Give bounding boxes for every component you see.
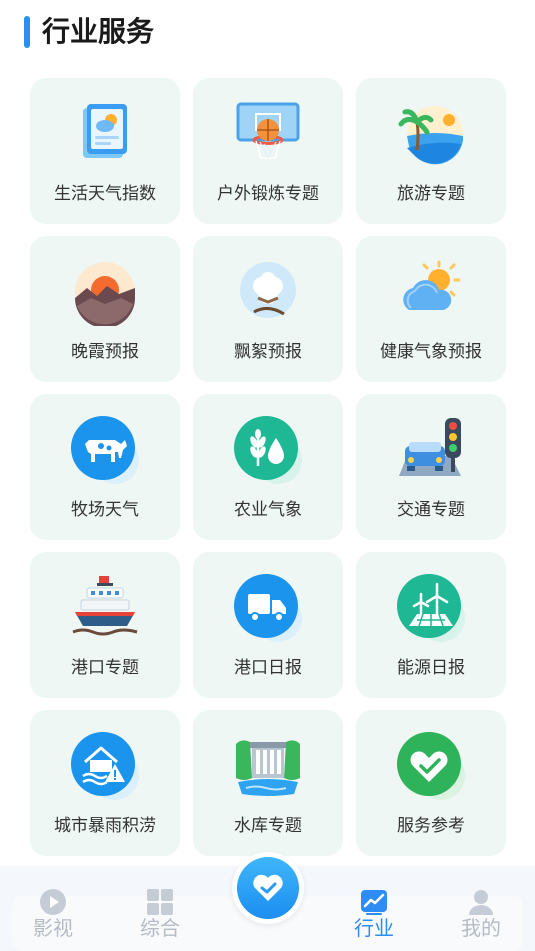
chart-icon: [360, 888, 388, 916]
service-card-life-weather-index[interactable]: 生活天气指数: [30, 78, 180, 224]
heart-icon: [252, 873, 284, 903]
nav-item-general[interactable]: 综合: [120, 866, 200, 951]
page-header: 行业服务: [0, 0, 535, 68]
service-card-energy-daily[interactable]: 能源日报: [356, 552, 506, 698]
dam-icon: [234, 732, 302, 800]
wind-solar-icon: [397, 574, 465, 642]
user-icon: [467, 888, 495, 916]
nav-label: 行业: [354, 916, 394, 940]
service-card-sunset-forecast[interactable]: 晚霞预报: [30, 236, 180, 382]
cow-icon: [71, 416, 139, 484]
service-card-outdoor-exercise[interactable]: 户外锻炼专题: [193, 78, 343, 224]
cotton-catkin-icon: [234, 258, 302, 326]
service-label: 健康气象预报: [380, 342, 482, 362]
nav-item-mine[interactable]: 我的: [441, 866, 521, 951]
service-card-travel[interactable]: 旅游专题: [356, 78, 506, 224]
service-card-urban-waterlogging[interactable]: 城市暴雨积涝: [30, 710, 180, 856]
service-card-port-daily[interactable]: 港口日报: [193, 552, 343, 698]
truck-icon: [234, 574, 302, 642]
service-label: 晚霞预报: [71, 342, 139, 362]
service-label: 生活天气指数: [54, 184, 156, 204]
service-card-traffic[interactable]: 交通专题: [356, 394, 506, 540]
basketball-hoop-icon: [234, 100, 302, 168]
service-label: 交通专题: [397, 500, 465, 520]
wheat-drop-icon: [234, 416, 302, 484]
service-label: 飘絮预报: [234, 342, 302, 362]
page-title: 行业服务: [42, 15, 155, 48]
nav-label: 综合: [140, 916, 180, 940]
service-label: 水库专题: [234, 816, 302, 836]
service-card-catkin-forecast[interactable]: 飘絮预报: [193, 236, 343, 382]
service-label: 港口日报: [234, 658, 302, 678]
heart-handshake-icon: [397, 732, 465, 800]
play-icon: [39, 888, 67, 916]
service-card-port-topic[interactable]: 港口专题: [30, 552, 180, 698]
grid-icon: [146, 888, 174, 916]
service-card-service-reference[interactable]: 服务参考: [356, 710, 506, 856]
service-label: 农业气象: [234, 500, 302, 520]
center-button-circle: [237, 857, 299, 919]
service-label: 服务参考: [397, 816, 465, 836]
nav-label: 我的: [461, 916, 501, 940]
ship-icon: [71, 574, 139, 642]
flood-warning-icon: [71, 732, 139, 800]
service-grid: 生活天气指数 户外锻炼专题 旅游专题 晚霞预报 飘絮预报 健康气象预报 牧场天气…: [30, 78, 506, 856]
service-label: 旅游专题: [397, 184, 465, 204]
service-card-pasture-weather[interactable]: 牧场天气: [30, 394, 180, 540]
beach-palm-icon: [397, 100, 465, 168]
sunset-icon: [71, 258, 139, 326]
nav-item-video[interactable]: 影视: [13, 866, 93, 951]
nav-item-industry[interactable]: 行业: [334, 866, 414, 951]
title-accent-bar: [24, 16, 30, 48]
weather-index-icon: [71, 100, 139, 168]
center-action-button[interactable]: [232, 852, 304, 924]
service-label: 港口专题: [71, 658, 139, 678]
service-card-agri-weather[interactable]: 农业气象: [193, 394, 343, 540]
traffic-light-car-icon: [397, 416, 465, 484]
sun-cloud-icon: [397, 258, 465, 326]
service-label: 能源日报: [397, 658, 465, 678]
service-label: 户外锻炼专题: [217, 184, 319, 204]
service-card-health-weather[interactable]: 健康气象预报: [356, 236, 506, 382]
service-card-reservoir[interactable]: 水库专题: [193, 710, 343, 856]
service-label: 牧场天气: [71, 500, 139, 520]
nav-label: 影视: [33, 916, 73, 940]
service-label: 城市暴雨积涝: [54, 816, 156, 836]
